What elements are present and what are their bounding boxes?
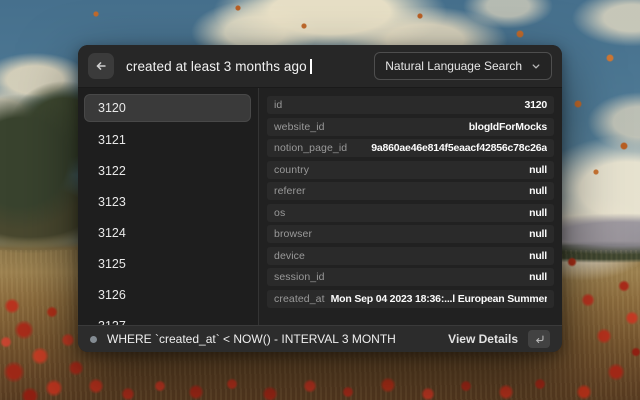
row-key: session_id [274,271,325,283]
list-item[interactable]: 3121 [78,124,258,155]
enter-key-button[interactable] [528,330,550,348]
row-key: device [274,249,305,262]
row-key: created_at [274,292,325,305]
detail-row-id[interactable]: id 3120 [267,96,554,114]
return-key-icon [534,334,545,345]
list-item[interactable]: 3120 [84,94,251,122]
search-mode-dropdown[interactable]: Natural Language Search [374,52,552,80]
text-cursor [309,58,312,74]
row-key: os [274,206,286,219]
detail-row-website-id[interactable]: website_id blogIdForMocks [267,117,554,136]
query-footer: WHERE `created_at` < NOW() - INTERVAL 3 … [78,325,562,352]
back-arrow-icon [94,59,108,73]
row-value: 3120 [524,99,547,111]
row-value: Mon Sep 04 2023 18:36:...l European Summ… [330,292,547,305]
sql-query-text: WHERE `created_at` < NOW() - INTERVAL 3 … [107,332,396,346]
list-item[interactable]: 3127 [78,310,258,326]
detail-row-session-id[interactable]: session_id null [267,268,554,286]
row-key: referer [274,185,306,197]
detail-row-notion-page-id[interactable]: notion_page_id 9a860ae46e814f5eaacf42856… [267,139,554,157]
row-value: null [529,206,547,219]
row-key: id [274,99,283,111]
row-key: website_id [274,120,325,133]
detail-row-browser[interactable]: browser null [267,225,554,243]
list-item[interactable]: 3123 [78,186,258,217]
detail-row-device[interactable]: device null [267,246,554,265]
search-input[interactable]: created at least 3 months ago [126,58,362,74]
row-key: browser [274,228,313,240]
row-value: blogIdForMocks [468,120,547,133]
detail-row-os[interactable]: os null [267,203,554,222]
row-value: null [529,228,547,240]
search-query-text: created at least 3 months ago [126,58,307,74]
list-item[interactable]: 3124 [78,217,258,248]
row-value: null [529,163,547,176]
back-button[interactable] [88,53,114,79]
detail-row-country[interactable]: country null [267,160,554,179]
view-details-button[interactable]: View Details [448,332,518,346]
list-item[interactable]: 3125 [78,248,258,279]
screen: created at least 3 months ago Natural La… [0,0,640,400]
row-value: null [529,271,547,283]
search-mode-label: Natural Language Search [385,59,522,73]
chevron-down-icon [531,61,541,71]
row-value: null [529,249,547,262]
detail-row-created-at[interactable]: created_at Mon Sep 04 2023 18:36:...l Eu… [267,289,554,308]
results-body: 3120 3121 3122 3123 3124 3125 3126 3127 … [78,88,562,325]
search-window: created at least 3 months ago Natural La… [78,45,562,352]
results-list: 3120 3121 3122 3123 3124 3125 3126 3127 [78,88,259,325]
row-key: notion_page_id [274,142,348,154]
record-details: id 3120 website_id blogIdForMocks notion… [259,88,562,325]
detail-row-referer[interactable]: referer null [267,182,554,200]
search-header: created at least 3 months ago Natural La… [78,45,562,88]
row-value: null [529,185,547,197]
list-item[interactable]: 3122 [78,155,258,186]
list-item[interactable]: 3126 [78,279,258,310]
row-key: country [274,163,310,176]
row-value: 9a860ae46e814f5eaacf42856c78c26a [371,142,547,154]
status-dot-icon [90,335,97,343]
